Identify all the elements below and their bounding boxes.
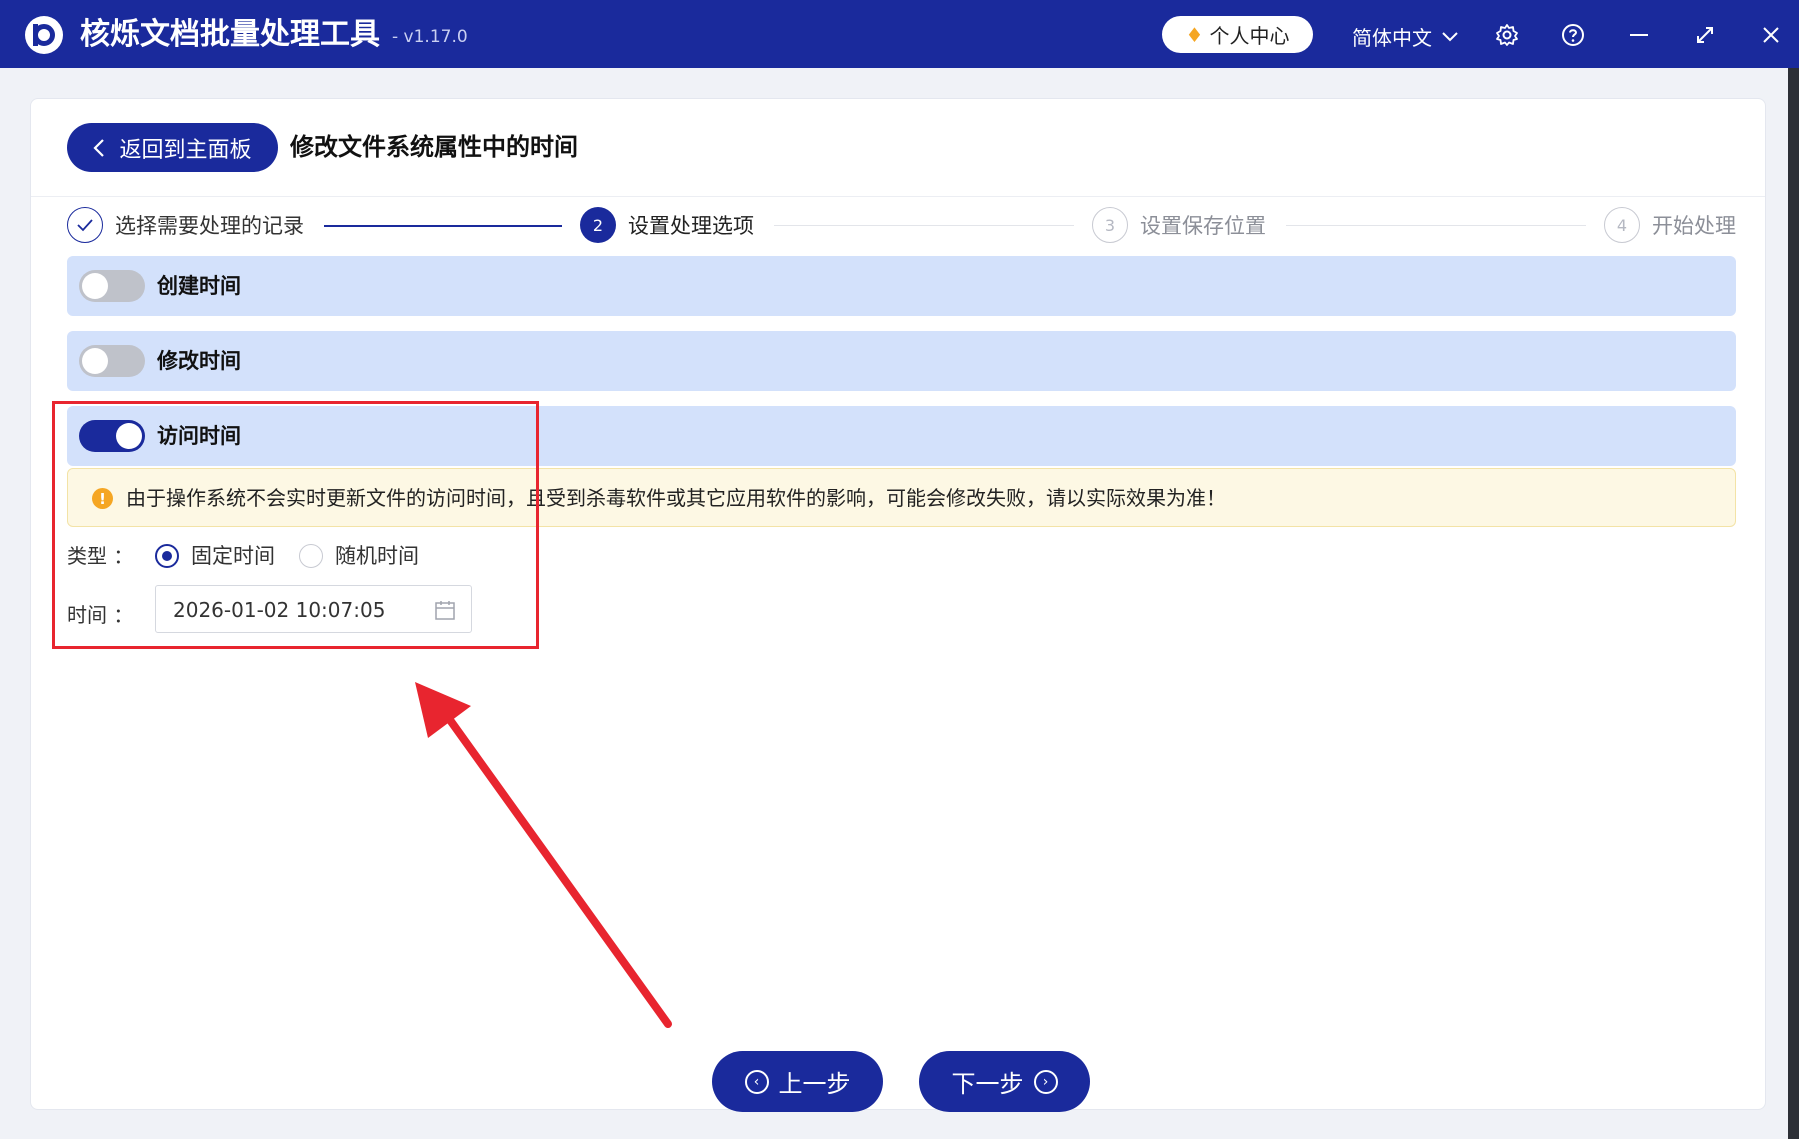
language-select[interactable]: 简体中文	[1352, 22, 1458, 51]
random-time-radio[interactable]	[299, 544, 323, 568]
step-3-number: 3	[1092, 207, 1128, 243]
step-1-label: 选择需要处理的记录	[115, 214, 304, 238]
type-label: 类型 ：	[67, 544, 134, 568]
step-4-label: 开始处理	[1652, 214, 1736, 238]
help-icon[interactable]	[1556, 18, 1590, 52]
time-value: 2026-01-02 10:07:05	[173, 598, 386, 622]
create-time-label: 创建时间	[157, 274, 241, 298]
modify-time-label: 修改时间	[157, 349, 241, 373]
back-label: 返回到主面板	[119, 137, 252, 163]
language-label: 简体中文	[1352, 26, 1432, 50]
user-center-button[interactable]: ♦ 个人中心	[1162, 16, 1313, 53]
step-2-number: 2	[580, 207, 616, 243]
step-connector-1	[324, 225, 562, 227]
chevron-down-icon	[1442, 31, 1458, 41]
maximize-icon[interactable]	[1688, 18, 1722, 52]
window-edge	[1788, 68, 1799, 1139]
create-time-toggle[interactable]	[79, 270, 145, 302]
step-4-number: 4	[1604, 207, 1640, 243]
next-step-button[interactable]: 下一步 ›	[919, 1051, 1090, 1112]
fixed-time-label[interactable]: 固定时间	[191, 541, 275, 571]
random-time-label[interactable]: 随机时间	[335, 541, 419, 571]
divider	[31, 196, 1765, 197]
title-bar: 核烁文档批量处理工具 - v1.17.0 ♦ 个人中心 简体中文	[0, 0, 1799, 68]
app-logo-icon	[25, 16, 63, 54]
app-version: - v1.17.0	[392, 27, 468, 47]
time-label: 时间 ：	[67, 603, 134, 627]
step-connector-3	[1286, 225, 1586, 226]
warning-text: 由于操作系统不会实时更新文件的访问时间，且受到杀毒软件或其它应用软件的影响，可能…	[126, 486, 1226, 510]
option-access-time: 访问时间	[67, 406, 1736, 466]
option-create-time: 创建时间	[67, 256, 1736, 316]
minimize-icon[interactable]	[1622, 18, 1656, 52]
time-picker-input[interactable]: 2026-01-02 10:07:05	[155, 585, 472, 633]
step-1-check-icon	[67, 207, 103, 243]
step-connector-2	[774, 225, 1074, 226]
fixed-time-radio[interactable]	[155, 544, 179, 568]
step-2-label: 设置处理选项	[628, 214, 754, 238]
warning-icon: !	[92, 488, 113, 509]
page-title: 修改文件系统属性中的时间	[290, 133, 578, 161]
warning-banner: ! 由于操作系统不会实时更新文件的访问时间，且受到杀毒软件或其它应用软件的影响，…	[67, 468, 1736, 527]
step-3-label: 设置保存位置	[1140, 214, 1266, 238]
calendar-icon[interactable]	[434, 599, 456, 621]
close-icon[interactable]	[1754, 18, 1788, 52]
app-title: 核烁文档批量处理工具	[80, 17, 380, 52]
modify-time-toggle[interactable]	[79, 345, 145, 377]
chevron-left-circle-icon: ‹	[744, 1069, 769, 1094]
prev-step-label: 上一步	[778, 1070, 851, 1098]
back-to-main-button[interactable]: 返回到主面板	[67, 123, 278, 172]
option-modify-time: 修改时间	[67, 331, 1736, 391]
settings-icon[interactable]	[1490, 18, 1524, 52]
access-time-label: 访问时间	[157, 424, 241, 448]
user-center-label: 个人中心	[1209, 24, 1290, 48]
prev-step-button[interactable]: ‹ 上一步	[712, 1051, 883, 1112]
access-time-toggle[interactable]	[79, 420, 145, 452]
next-step-label: 下一步	[951, 1070, 1024, 1098]
chevron-left-icon	[93, 138, 105, 157]
chevron-right-circle-icon: ›	[1033, 1069, 1058, 1094]
vip-diamond-icon: ♦	[1185, 22, 1204, 47]
